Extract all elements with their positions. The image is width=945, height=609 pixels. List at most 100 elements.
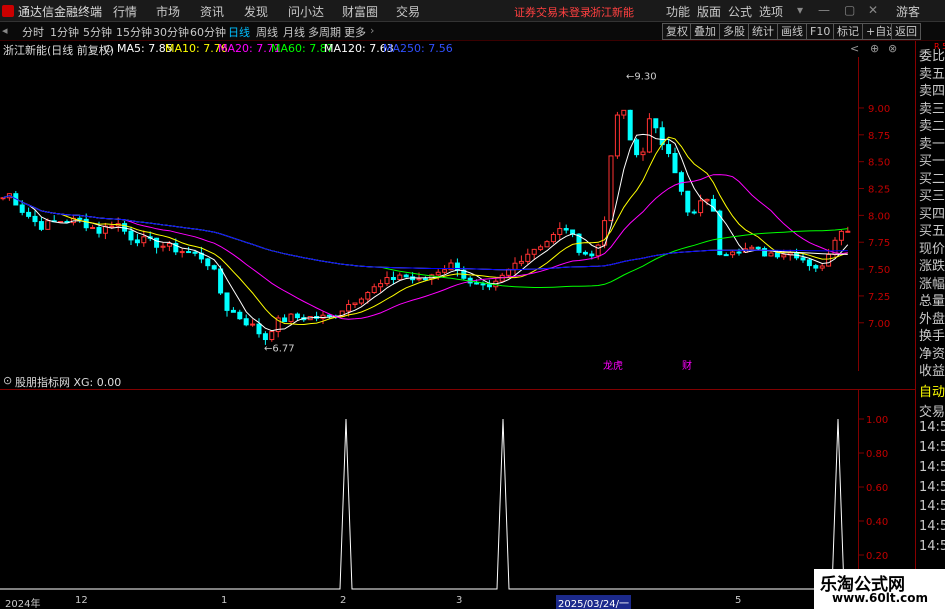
candle-body: [538, 246, 544, 250]
candle-body: [365, 291, 371, 300]
collapse-icon[interactable]: ◂: [2, 24, 8, 37]
candle-body: [486, 284, 492, 288]
candle-body: [525, 253, 531, 262]
quote-field-label: 净资: [919, 346, 945, 362]
menu-faxian[interactable]: 发现: [244, 3, 268, 20]
candle-body: [346, 304, 352, 312]
guest-label[interactable]: 游客: [896, 3, 920, 20]
tf-fenshi[interactable]: 分时: [22, 24, 44, 40]
watermark-url: www.60lt.com: [832, 591, 929, 605]
candle-body: [653, 118, 659, 129]
quote-field-label: 14:56: [919, 459, 945, 475]
quote-field-label: 14:56: [919, 538, 945, 554]
tf-more[interactable]: 更多: [344, 24, 366, 40]
tf-30min[interactable]: 30分钟: [153, 24, 189, 40]
trade-login-notice[interactable]: 证券交易未登录: [514, 4, 591, 20]
candle-body: [96, 227, 102, 234]
indicator-title-bar: ⊙ 股朋指标网 XG: 0.00: [0, 373, 915, 389]
candle-body: [109, 225, 115, 228]
candle-body: [179, 251, 185, 254]
candle-body: [205, 258, 211, 267]
menu-shichang[interactable]: 市场: [156, 3, 180, 20]
tf-weekly[interactable]: 周线: [256, 24, 278, 40]
btn-biaoji[interactable]: 标记: [833, 23, 863, 40]
close-panel-icon[interactable]: ⊗: [888, 42, 897, 55]
candle-body: [442, 269, 448, 273]
y-tick-label: 0.20: [866, 551, 888, 562]
candle-body: [845, 230, 851, 233]
candle-body: [83, 218, 89, 229]
menu-wenxiaoda[interactable]: 问小达: [288, 3, 324, 20]
quote-field-label: 涨幅: [919, 276, 945, 292]
candle-body: [224, 292, 230, 311]
candle-body: [358, 298, 364, 304]
chevron-down-icon[interactable]: ▾: [797, 3, 803, 17]
candle-body: [160, 245, 166, 248]
quote-field-label: 14:56: [919, 479, 945, 495]
event-marker: 财: [682, 359, 692, 371]
candle-body: [269, 331, 275, 341]
close-icon[interactable]: ✕: [868, 3, 878, 17]
btn-huaxian[interactable]: 画线: [777, 23, 807, 40]
candle-body: [282, 317, 288, 323]
quote-field-label: 总量: [919, 294, 945, 309]
menu-hangqing[interactable]: 行情: [113, 3, 137, 20]
menu-zixun[interactable]: 资讯: [200, 3, 224, 20]
candle-body: [634, 139, 640, 156]
indicator-chart[interactable]: 1.00 0.80 0.60 0.40 0.20: [0, 389, 915, 595]
quote-field-label: 买三: [919, 189, 945, 204]
btn-back[interactable]: 返回: [891, 23, 921, 40]
candle-body: [186, 251, 192, 254]
candle-body: [294, 313, 300, 319]
y-tick-label: 7.25: [868, 292, 890, 303]
tf-15min[interactable]: 15分钟: [116, 24, 152, 40]
quote-field-label: 外盘: [919, 311, 945, 327]
tf-monthly[interactable]: 月线: [283, 24, 305, 40]
indicator-title: 股朋指标网 XG: 0.00: [15, 376, 122, 389]
quote-field-label: 14:56: [919, 420, 945, 436]
candlestick-chart[interactable]: 9.00 8.75 8.50 8.25 8.00 7.75 7.50 7.25 7.00 ←9.3…: [0, 57, 915, 371]
maximize-icon[interactable]: ▢: [844, 3, 855, 17]
y-tick-label: 0.60: [866, 483, 888, 494]
date-axis: 2024年 12 1 2 3 2025/03/24/一 5: [0, 595, 915, 609]
candle-body: [243, 318, 249, 326]
candle-body: [550, 233, 556, 243]
share-icon[interactable]: <: [850, 42, 859, 55]
candle-body: [595, 244, 601, 257]
btn-diejia[interactable]: 叠加: [690, 23, 720, 40]
candle-body: [26, 211, 32, 217]
quote-field-label: 委比: [919, 49, 945, 64]
tf-1min[interactable]: 1分钟: [50, 24, 79, 40]
menu-jiaoyi[interactable]: 交易: [396, 3, 420, 20]
tf-5min[interactable]: 5分钟: [83, 24, 112, 40]
timeframe-bar: ◂ 分时 1分钟 5分钟 15分钟 30分钟 60分钟 日线 周线 月线 多周期…: [0, 22, 945, 41]
y-tick-label: 0.80: [866, 449, 888, 460]
tf-multi[interactable]: 多周期: [308, 24, 341, 40]
candle-body: [666, 144, 672, 155]
settings-icon[interactable]: ⊙: [104, 42, 113, 55]
y-tick-label: 7.50: [868, 265, 890, 276]
tf-daily[interactable]: 日线: [228, 24, 250, 40]
menu-banmian[interactable]: 版面: [697, 3, 721, 20]
watermark: 乐淘公式网 www.60lt.com: [814, 569, 945, 609]
menu-gongneng[interactable]: 功能: [666, 3, 690, 20]
menu-caifuquan[interactable]: 财富圈: [342, 3, 378, 20]
btn-duogu[interactable]: 多股: [719, 23, 749, 40]
menu-xuanxiang[interactable]: 选项: [759, 3, 783, 20]
chevron-right-icon[interactable]: ›: [370, 24, 374, 37]
indicator-settings-icon[interactable]: ⊙: [3, 374, 12, 387]
y-tick-label: 7.00: [868, 319, 890, 330]
btn-f10[interactable]: F10: [806, 23, 835, 40]
minimize-icon[interactable]: —: [818, 3, 830, 17]
btn-fuquan[interactable]: 复权: [662, 23, 692, 40]
candle-body: [230, 309, 236, 313]
quote-field-label: 买五: [919, 224, 945, 239]
tf-60min[interactable]: 60分钟: [190, 24, 226, 40]
zoom-icon[interactable]: ⊕: [870, 42, 879, 55]
candle-body: [141, 236, 147, 244]
event-marker: 龙虎: [603, 359, 623, 371]
date-label: 12: [75, 595, 88, 606]
menu-gongshi[interactable]: 公式: [728, 3, 752, 20]
btn-tongji[interactable]: 统计: [748, 23, 778, 40]
stock-tab[interactable]: 浙江新能: [590, 4, 634, 20]
